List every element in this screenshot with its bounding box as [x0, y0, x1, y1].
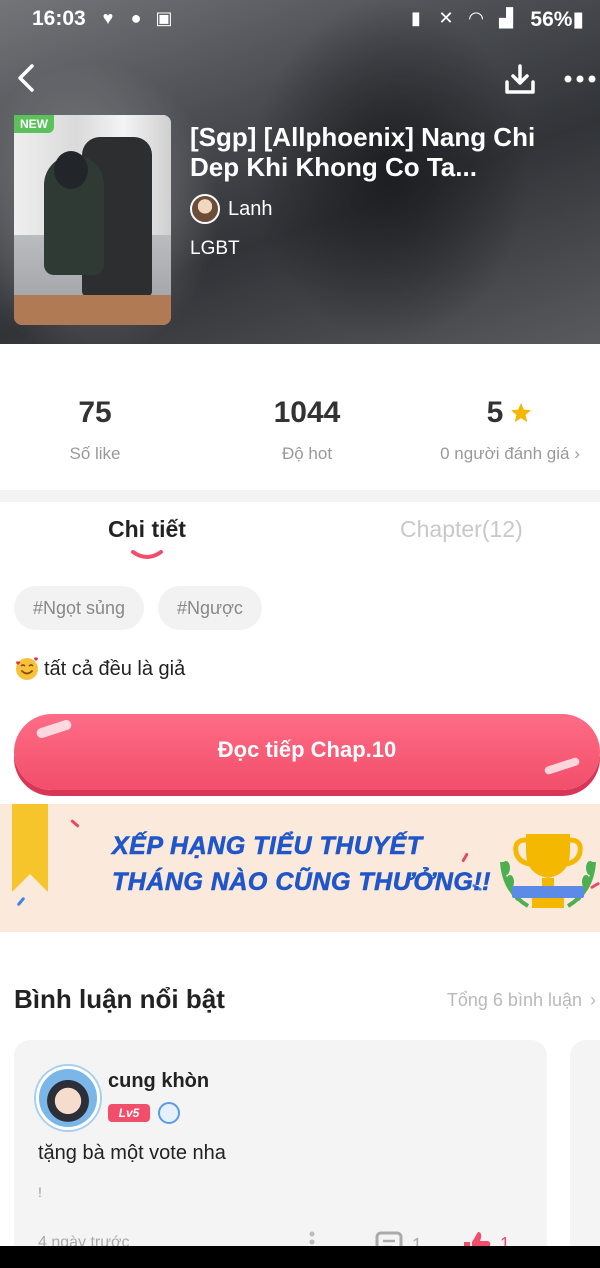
tag-ngot-sung[interactable]: #Ngọt sủng — [14, 586, 145, 630]
signal-icon: ▟ — [499, 8, 513, 28]
book-cover[interactable] — [14, 115, 171, 325]
banner-line-1: XẾP HẠNG TIỂU THUYẾT — [112, 832, 423, 861]
active-tab-indicator — [131, 550, 163, 559]
star-icon — [511, 403, 532, 422]
continue-reading-button[interactable]: Đọc tiếp Chap.10 — [14, 714, 600, 790]
back-button[interactable] — [10, 60, 46, 96]
download-icon — [505, 64, 535, 94]
battery-level: 56%▮ — [530, 8, 584, 31]
gallery-notification-icon: ▣ — [155, 8, 173, 28]
status-bar: 16:03 ♥ ● ▣ ▮ ✕ ◠ ▟ 56%▮ — [0, 0, 600, 38]
download-button[interactable] — [502, 62, 538, 98]
tab-chapters[interactable]: Chapter(12) — [400, 516, 523, 543]
likes-label: Số like — [69, 444, 121, 463]
tag-nguoc[interactable]: #Ngược — [158, 586, 262, 630]
comment-card[interactable]: cung khòn Lv5 tặng bà một vote nha ! 4 n… — [14, 1040, 547, 1268]
total-comments-label: Tổng 6 bình luận — [446, 990, 582, 1010]
stat-hot: 1044 Độ hot — [207, 396, 407, 464]
commenter-name[interactable]: cung khòn — [108, 1070, 209, 1093]
chevron-right-icon: › — [590, 990, 596, 1010]
book-description: tất cả đều là giả — [14, 656, 185, 682]
description-text: tất cả đều là giả — [44, 657, 186, 680]
next-comment-card[interactable] — [570, 1040, 600, 1268]
all-comments-link[interactable]: Tổng 6 bình luận › — [447, 990, 596, 1011]
system-nav-bar — [0, 1246, 600, 1268]
hot-label: Độ hot — [281, 444, 333, 463]
system-icons: ▮ ✕ ◠ ▟ — [406, 8, 516, 28]
facebook-notification-icon: ● — [130, 8, 142, 28]
tab-details[interactable]: Chi tiết — [108, 516, 186, 543]
chevron-right-icon: › — [574, 444, 580, 463]
rating-value: 5 — [486, 396, 504, 429]
wifi-icon: ◠ — [469, 8, 483, 28]
continue-reading-label: Đọc tiếp Chap.10 — [217, 737, 397, 762]
section-divider — [0, 490, 600, 502]
likes-count: 75 — [78, 396, 112, 429]
commenter-avatar[interactable] — [36, 1066, 100, 1130]
rank-badge-icon — [158, 1102, 180, 1124]
stats-panel: 75 Số like 1044 Độ hot 5 0 người đánh gi… — [0, 344, 600, 490]
author-link[interactable]: Lanh — [190, 194, 273, 224]
stat-likes: 75 Số like — [0, 396, 195, 464]
book-title: [Sgp] [Allphoenix] Nang Chi Dep Khi Khon… — [190, 122, 536, 182]
heart-notification-icon: ♥ — [102, 8, 114, 28]
back-arrow-icon — [18, 64, 34, 92]
trophy-icon — [500, 834, 596, 908]
comment-subtext: ! — [38, 1184, 42, 1200]
hot-count: 1044 — [273, 396, 341, 429]
bookmark-ribbon-icon — [12, 804, 48, 892]
rating-count-label: 0 người đánh giá — [440, 444, 570, 463]
smiling-face-with-hearts-icon — [16, 657, 38, 680]
stat-rating[interactable]: 5 0 người đánh giá › — [410, 396, 600, 464]
more-options-button[interactable] — [562, 64, 598, 94]
new-badge: NEW — [14, 115, 54, 133]
mute-icon: ✕ — [438, 8, 454, 28]
notification-icons: ♥ ● ▣ — [98, 8, 174, 28]
author-avatar — [190, 194, 220, 224]
banner-line-2: THÁNG NÀO CŨNG THƯỞNG!! — [112, 868, 492, 897]
status-time: 16:03 — [32, 7, 86, 30]
level-badge: Lv5 — [108, 1104, 150, 1122]
comment-text: tặng bà một vote nha — [38, 1142, 226, 1164]
featured-comments-title: Bình luận nổi bật — [14, 984, 225, 1014]
author-name: Lanh — [228, 197, 273, 220]
genre-label: LGBT — [190, 238, 240, 259]
more-dots-icon — [564, 75, 596, 83]
lock-icon: ▮ — [411, 8, 421, 28]
